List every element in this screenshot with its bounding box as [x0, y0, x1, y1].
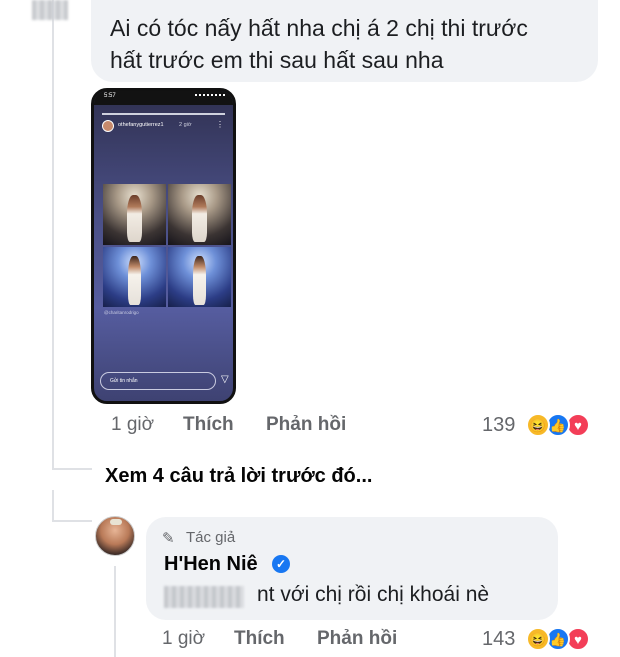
reply-button[interactable]: Phản hồi — [317, 628, 397, 650]
photo-tile — [103, 246, 166, 307]
photo-tile — [103, 184, 166, 245]
reaction-icons[interactable]: 😆 👍 ♥ — [526, 413, 602, 437]
view-previous-replies-link[interactable]: Xem 4 câu trả lời trước đó... — [105, 465, 372, 488]
comment-time: 1 giờ — [111, 414, 155, 435]
story-photo-grid — [103, 184, 231, 307]
reply-button[interactable]: Phản hồi — [266, 414, 346, 436]
reaction-icons[interactable]: 😆 👍 ♥ — [526, 627, 602, 651]
thread-line-reply — [114, 566, 116, 657]
story-progress-bar — [102, 113, 225, 115]
story-age: 2 giờ — [179, 122, 192, 128]
haha-icon: 😆 — [526, 627, 550, 651]
story-avatar — [102, 120, 114, 132]
reply-time: 1 giờ — [162, 628, 206, 649]
story-reply-field: Gửi tin nhắn — [100, 372, 216, 390]
more-options-icon: ⋮ — [216, 120, 224, 129]
send-icon: ▽ — [221, 374, 229, 385]
reaction-count[interactable]: 143 — [482, 628, 515, 651]
haha-icon: 😆 — [526, 413, 550, 437]
blurred-mention — [164, 586, 244, 608]
thread-line-curve — [52, 468, 92, 470]
thread-line-branch — [52, 520, 92, 522]
like-button[interactable]: Thích — [183, 414, 234, 436]
photo-tile — [168, 184, 231, 245]
photo-tile — [168, 246, 231, 307]
thread-line-vertical-2 — [52, 490, 54, 520]
like-button[interactable]: Thích — [234, 628, 285, 650]
story-screenshot-attachment[interactable]: 5:57 othefanygutierrez1 2 giờ ⋮ @charita… — [91, 88, 236, 404]
reply-text: nt với chị rồi chị khoái nè — [257, 583, 490, 606]
blurred-avatar — [32, 0, 68, 20]
crown-icon — [110, 519, 122, 525]
verified-badge-icon: ✓ — [272, 555, 290, 573]
status-icons — [195, 94, 225, 99]
comment-text: Ai có tóc nấy hất nha chị á 2 chị thi tr… — [110, 15, 528, 73]
story-username: othefanygutierrez1 — [118, 122, 164, 128]
pen-icon: ✎ — [162, 530, 175, 547]
phone-time: 5:57 — [104, 93, 116, 99]
reaction-count[interactable]: 139 — [482, 414, 515, 437]
author-badge-label: Tác giả — [186, 529, 236, 546]
thread-line-vertical — [52, 0, 54, 470]
commenter-name[interactable]: H'Hen Niê — [164, 553, 258, 576]
avatar[interactable] — [95, 516, 135, 556]
story-caption: @charitanrodrigo — [104, 310, 139, 315]
